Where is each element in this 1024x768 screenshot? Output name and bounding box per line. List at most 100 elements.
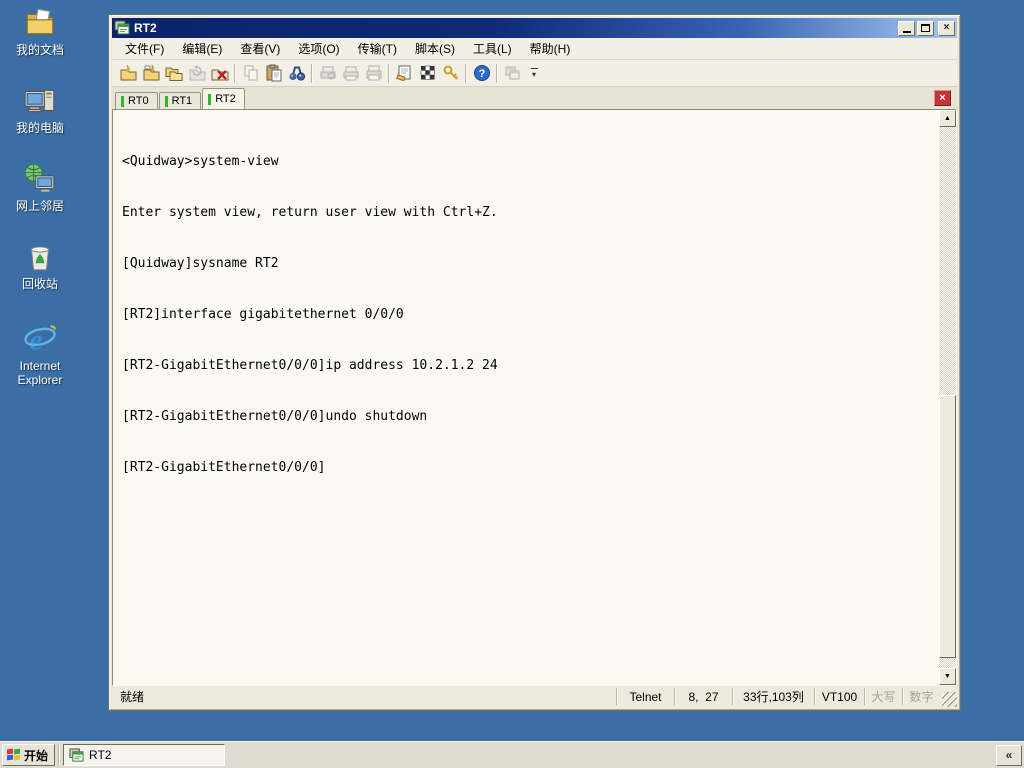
taskbar: 开始 RT2 « [0,741,1024,768]
reconnect-icon [185,62,208,85]
network-places-icon [24,163,55,192]
key-agent-icon[interactable] [439,62,462,85]
tab-status-indicator [164,95,168,107]
connect-icon[interactable] [139,62,162,85]
terminal-screen[interactable]: <Quidway>system-view Enter system view, … [113,110,939,685]
global-options-icon[interactable] [416,62,439,85]
tab-label: RT1 [171,95,193,107]
menu-help[interactable]: 帮助(H) [521,37,580,60]
status-emulation: VT100 [814,688,864,705]
paste-icon[interactable] [262,62,285,85]
scroll-down-icon: ▼ [944,673,951,680]
taskbar-task-rt2[interactable]: RT2 [63,744,226,766]
scrollbar-thumb[interactable] [939,395,956,658]
status-screen-size: 33行,103列 [732,688,814,705]
minimize-icon [902,30,911,33]
my-computer-icon [24,89,55,113]
desktop-icon-network-places[interactable]: 网上邻居 [6,162,74,213]
window-title: RT2 [134,21,157,35]
desktop-icon-label: 我的电脑 [15,121,64,135]
scroll-up-icon: ▲ [944,115,951,122]
tab-status-indicator [208,93,212,105]
desktop-icon-label: 回收站 [21,277,58,291]
status-ready-text: 就绪 [120,690,145,704]
terminal-line: Enter system view, return user view with… [122,205,498,220]
terminal-line: [RT2-GigabitEthernet0/0/0]ip address 10.… [122,358,498,373]
toolbar-separator [496,63,498,83]
menu-script[interactable]: 脚本(S) [406,37,464,60]
desktop-icon-my-documents[interactable]: 我的文档 [6,6,74,57]
menu-options[interactable]: 选项(O) [289,37,348,60]
desktop-icon-recycle-bin[interactable]: 回收站 [6,240,74,291]
toolbar-separator [388,63,390,83]
menu-view[interactable]: 查看(V) [231,37,289,60]
app-icon [69,747,84,762]
desktop-icon-internet-explorer[interactable]: e Internet Explorer [6,322,74,387]
toolbar-separator [311,63,313,83]
window-titlebar[interactable]: RT2 × [112,18,957,38]
terminal-area: <Quidway>system-view Enter system view, … [112,109,957,686]
session-manager-icon [501,62,524,85]
desktop-icon-label: 我的文档 [15,43,64,57]
tab-close-icon: × [939,92,946,104]
chevron-left-icon: « [1005,748,1013,762]
scroll-up-button[interactable]: ▲ [939,110,956,127]
menu-edit[interactable]: 编辑(E) [173,37,231,60]
quick-connect-icon[interactable] [116,62,139,85]
terminal-window: RT2 × 文件(F) 编辑(E) 查看(V) 选项(O) 传输(T) 脚本(S… [108,14,961,711]
session-options-icon[interactable] [393,62,416,85]
maximize-button[interactable] [917,20,934,36]
tab-close-button[interactable]: × [934,90,951,106]
terminal-line: [RT2-GigabitEthernet0/0/0]undo shutdown [122,409,428,424]
desktop-icon-my-computer[interactable]: 我的电脑 [6,84,74,135]
disconnect-icon[interactable] [208,62,231,85]
app-icon [114,20,130,35]
menu-bar: 文件(F) 编辑(E) 查看(V) 选项(O) 传输(T) 脚本(S) 工具(L… [112,38,957,60]
menu-tools[interactable]: 工具(L) [464,37,521,60]
find-icon[interactable] [285,62,308,85]
menu-file[interactable]: 文件(F) [116,37,173,60]
print-preview-icon [316,62,339,85]
svg-text:?: ? [478,68,485,80]
toolbar: ? ▾ [112,60,957,87]
tray-collapse-button[interactable]: « [996,744,1022,766]
connect-in-tab-icon[interactable] [162,62,185,85]
close-button[interactable]: × [938,20,955,36]
status-caps-lock: 大写 [864,688,902,705]
terminal-line: <Quidway>system-view [122,154,279,169]
print-setup-icon [339,62,362,85]
desktop-icon-label: 网上邻居 [15,199,64,213]
copy-icon [239,62,262,85]
help-icon[interactable]: ? [470,62,493,85]
desktop-icon-label: Internet Explorer [17,359,63,387]
toolbar-separator [465,63,467,83]
terminal-line: [Quidway]sysname RT2 [122,256,279,271]
print-icon [362,62,385,85]
tab-label: RT0 [128,95,149,107]
terminal-line: [RT2]interface gigabitethernet 0/0/0 [122,307,404,322]
tab-status-indicator [121,95,124,107]
tab-rt1[interactable]: RT1 [158,92,202,109]
scroll-down-button[interactable]: ▼ [939,668,956,685]
close-icon: × [943,22,950,33]
task-button-label: RT2 [89,748,112,762]
resize-grip[interactable] [942,692,957,707]
terminal-line: [RT2-GigabitEthernet0/0/0] [122,460,326,475]
overflow-bar [530,67,538,69]
status-cursor-position: 8, 27 [674,688,732,705]
tab-rt2[interactable]: RT2 [202,88,245,109]
my-documents-icon [26,8,54,35]
start-button[interactable]: 开始 [2,744,56,766]
desktop: 我的文档 我的电脑 网上邻居 回收站 e Internet Explorer R… [0,0,1024,768]
status-num-lock: 数字 [902,688,940,705]
tab-rt0[interactable]: RT0 [115,92,158,109]
tab-label: RT2 [215,93,236,105]
menu-transfer[interactable]: 传输(T) [349,37,406,60]
windows-logo-icon [6,748,21,762]
toolbar-overflow-chevron-icon[interactable]: ▾ [528,67,540,79]
internet-explorer-icon: e [24,324,56,356]
vertical-scrollbar[interactable]: ▲ ▼ [939,110,956,685]
recycle-bin-icon [30,246,50,271]
minimize-button[interactable] [898,20,915,36]
toolbar-separator [234,63,236,83]
